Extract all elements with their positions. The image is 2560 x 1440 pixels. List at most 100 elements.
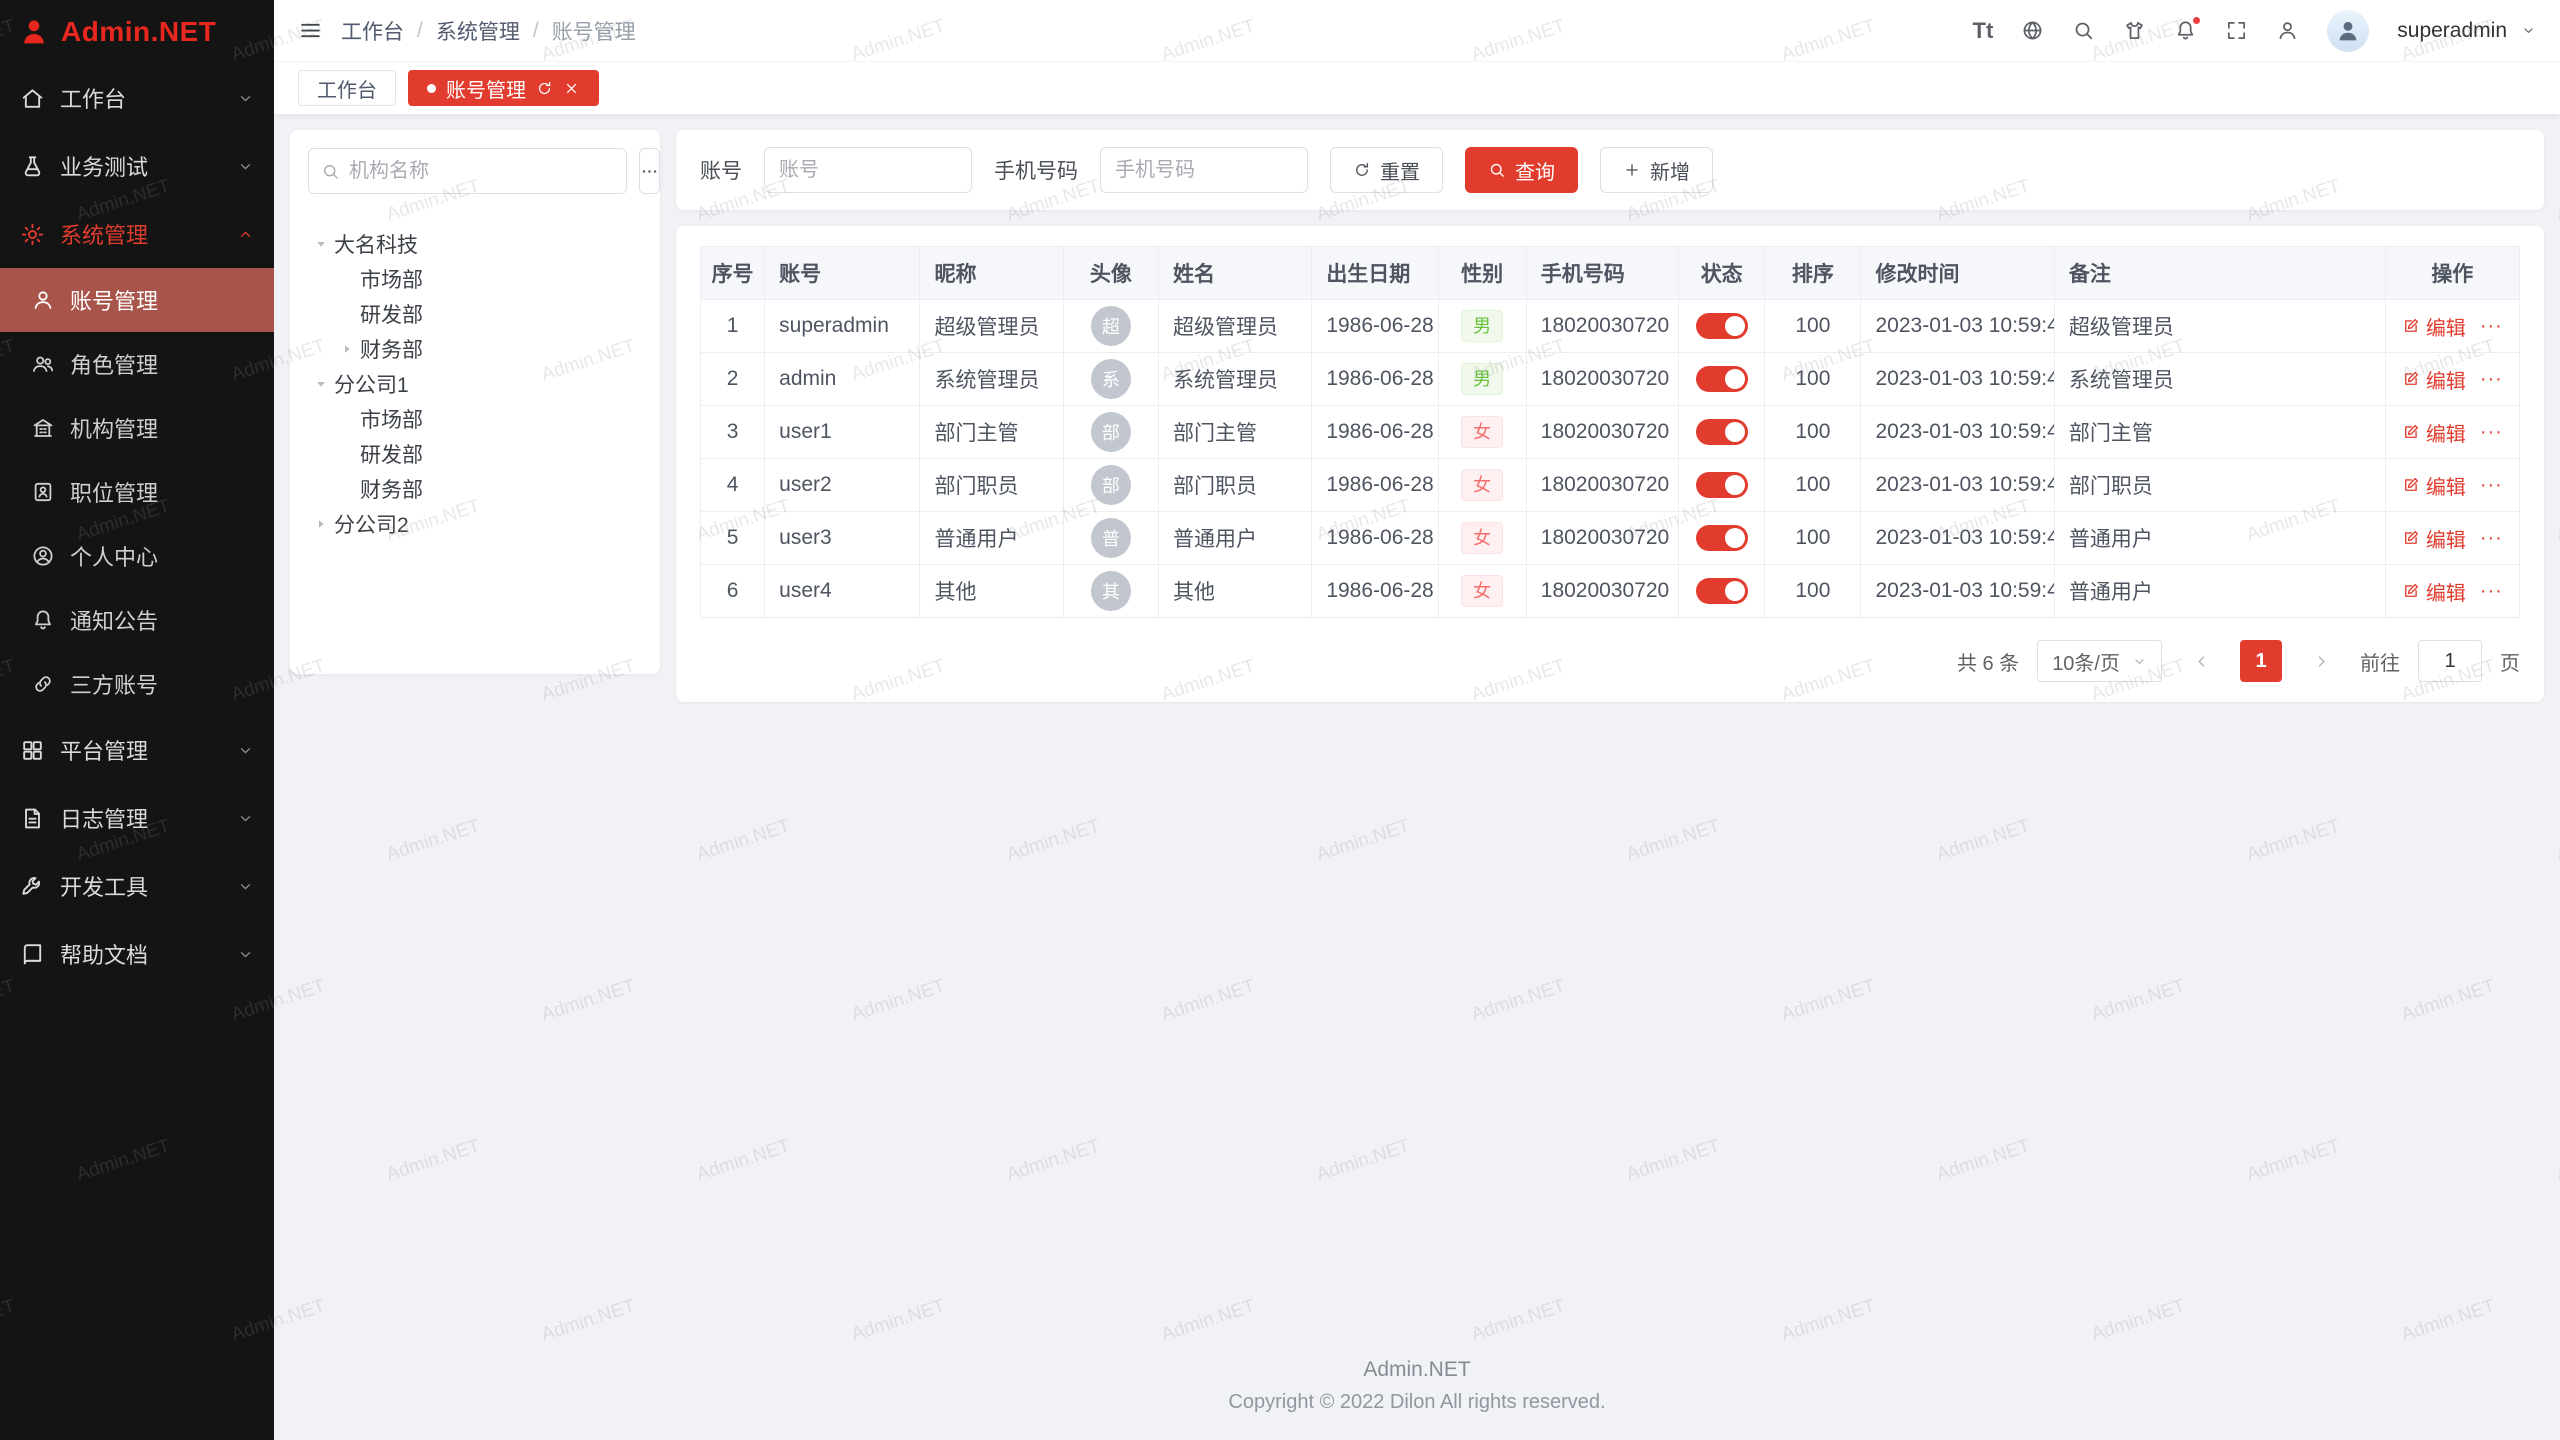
org-search-input[interactable] xyxy=(349,160,614,183)
edit-button[interactable]: 编辑 xyxy=(2402,418,2466,447)
tree-node-5[interactable]: 市场部 xyxy=(308,401,642,436)
refresh-icon[interactable] xyxy=(536,80,553,97)
status-toggle[interactable] xyxy=(1696,366,1748,392)
row-avatar: 超 xyxy=(1091,306,1131,346)
row-more-button[interactable]: ··· xyxy=(2480,474,2503,496)
sidebar-subitem-account[interactable]: 账号管理 xyxy=(0,268,274,332)
reset-button[interactable]: 重置 xyxy=(1330,147,1443,193)
phone-filter-input[interactable] xyxy=(1100,147,1308,193)
tree-node-4[interactable]: 分公司1 xyxy=(308,366,642,401)
font-size-icon[interactable]: Tt xyxy=(1973,18,1994,44)
flask-icon xyxy=(20,154,45,179)
user-outline-icon[interactable] xyxy=(2276,19,2299,42)
caret-right-icon[interactable] xyxy=(334,336,360,362)
sidebar-item-system[interactable]: 系统管理 xyxy=(0,200,274,268)
cell-account: admin xyxy=(765,353,920,406)
row-more-button[interactable]: ··· xyxy=(2480,527,2503,549)
sidebar-item-workbench[interactable]: 工作台 xyxy=(0,64,274,132)
breadcrumb-item-1[interactable]: 系统管理 xyxy=(436,16,520,46)
sidebar-item-log[interactable]: 日志管理 xyxy=(0,784,274,852)
tree-node-2[interactable]: 研发部 xyxy=(308,296,642,331)
caret-down-icon[interactable] xyxy=(308,371,334,397)
goto-page-input[interactable] xyxy=(2418,640,2482,682)
reset-button-label: 重置 xyxy=(1380,156,1420,185)
edit-button[interactable]: 编辑 xyxy=(2402,365,2466,394)
sidebar-item-devtools[interactable]: 开发工具 xyxy=(0,852,274,920)
status-toggle[interactable] xyxy=(1696,419,1748,445)
fullscreen-icon[interactable] xyxy=(2225,19,2248,42)
sidebar-item-help[interactable]: 帮助文档 xyxy=(0,920,274,988)
account-filter-input[interactable] xyxy=(764,147,972,193)
tree-node-3[interactable]: 财务部 xyxy=(308,331,642,366)
row-more-button[interactable]: ··· xyxy=(2480,368,2503,390)
sidebar-subitem-role[interactable]: 角色管理 xyxy=(0,332,274,396)
sidebar-item-business-test[interactable]: 业务测试 xyxy=(0,132,274,200)
cell-status xyxy=(1679,300,1765,353)
row-more-button[interactable]: ··· xyxy=(2480,421,2503,443)
notifications-bell[interactable] xyxy=(2174,19,2197,42)
logo[interactable]: Admin.NET xyxy=(0,0,274,64)
page-size-select[interactable]: 10条/页 xyxy=(2037,640,2162,682)
close-icon[interactable] xyxy=(563,80,580,97)
cell-ops: 编辑 ··· xyxy=(2385,406,2519,459)
language-icon[interactable] xyxy=(2021,19,2044,42)
status-toggle[interactable] xyxy=(1696,525,1748,551)
sidebar-subitem-position[interactable]: 职位管理 xyxy=(0,460,274,524)
breadcrumb-item-2[interactable]: 账号管理 xyxy=(552,16,636,46)
sidebar-subitem-profile[interactable]: 个人中心 xyxy=(0,524,274,588)
org-more-button[interactable] xyxy=(639,148,660,194)
tree-node-label: 市场部 xyxy=(360,404,423,434)
tree-node-8[interactable]: 分公司2 xyxy=(308,506,642,541)
tree-node-label: 研发部 xyxy=(360,439,423,469)
book-icon xyxy=(20,942,45,967)
query-button-label: 查询 xyxy=(1515,156,1555,185)
tree-node-0[interactable]: 大名科技 xyxy=(308,226,642,261)
pagination: 共 6 条 10条/页 1 前 xyxy=(700,640,2520,682)
row-more-button[interactable]: ··· xyxy=(2480,580,2503,602)
row-more-button[interactable]: ··· xyxy=(2480,315,2503,337)
tab-workbench[interactable]: 工作台 xyxy=(298,70,396,106)
next-page-button[interactable] xyxy=(2300,640,2342,682)
tree-node-1[interactable]: 市场部 xyxy=(308,261,642,296)
sidebar-subitem-org[interactable]: 机构管理 xyxy=(0,396,274,460)
edit-button[interactable]: 编辑 xyxy=(2402,471,2466,500)
prev-page-button[interactable] xyxy=(2180,640,2222,682)
username[interactable]: superadmin xyxy=(2397,19,2507,43)
cell-sex: 男 xyxy=(1438,353,1526,406)
edit-button-label: 编辑 xyxy=(2426,471,2466,500)
tree-node-6[interactable]: 研发部 xyxy=(308,436,642,471)
breadcrumb-item-0[interactable]: 工作台 xyxy=(341,16,404,46)
link-icon xyxy=(31,672,55,696)
sidebar-item-platform[interactable]: 平台管理 xyxy=(0,716,274,784)
cell-ops: 编辑 ··· xyxy=(2385,353,2519,406)
collapse-menu-icon[interactable] xyxy=(298,18,323,43)
avatar[interactable] xyxy=(2327,10,2369,52)
cell-avatar: 普 xyxy=(1063,512,1158,565)
chevron-down-icon xyxy=(237,90,254,107)
tab-account[interactable]: 账号管理 xyxy=(408,70,599,106)
edit-button[interactable]: 编辑 xyxy=(2402,524,2466,553)
accounts-table-card: 序号账号昵称头像姓名出生日期性别手机号码状态排序修改时间备注操作 1supera… xyxy=(676,226,2544,702)
sidebar-subitem-notice[interactable]: 通知公告 xyxy=(0,588,274,652)
org-search-field[interactable] xyxy=(308,148,627,194)
tree-node-7[interactable]: 财务部 xyxy=(308,471,642,506)
chevron-down-icon xyxy=(2132,654,2147,669)
status-toggle[interactable] xyxy=(1696,578,1748,604)
status-toggle[interactable] xyxy=(1696,313,1748,339)
page-1-button[interactable]: 1 xyxy=(2240,640,2282,682)
active-tab-dot xyxy=(427,84,436,93)
edit-button[interactable]: 编辑 xyxy=(2402,577,2466,606)
sidebar-subitem-third-account[interactable]: 三方账号 xyxy=(0,652,274,716)
add-button[interactable]: 新增 xyxy=(1600,147,1713,193)
edit-button[interactable]: 编辑 xyxy=(2402,312,2466,341)
theme-icon[interactable] xyxy=(2123,19,2146,42)
status-toggle[interactable] xyxy=(1696,472,1748,498)
sex-tag: 女 xyxy=(1461,575,1503,608)
cell-account: user1 xyxy=(765,406,920,459)
query-button[interactable]: 查询 xyxy=(1465,147,1578,193)
caret-down-icon[interactable] xyxy=(308,231,334,257)
caret-right-icon[interactable] xyxy=(308,511,334,537)
user-chevron-down-icon[interactable] xyxy=(2521,23,2536,38)
caret-spacer xyxy=(334,266,360,292)
search-icon[interactable] xyxy=(2072,19,2095,42)
